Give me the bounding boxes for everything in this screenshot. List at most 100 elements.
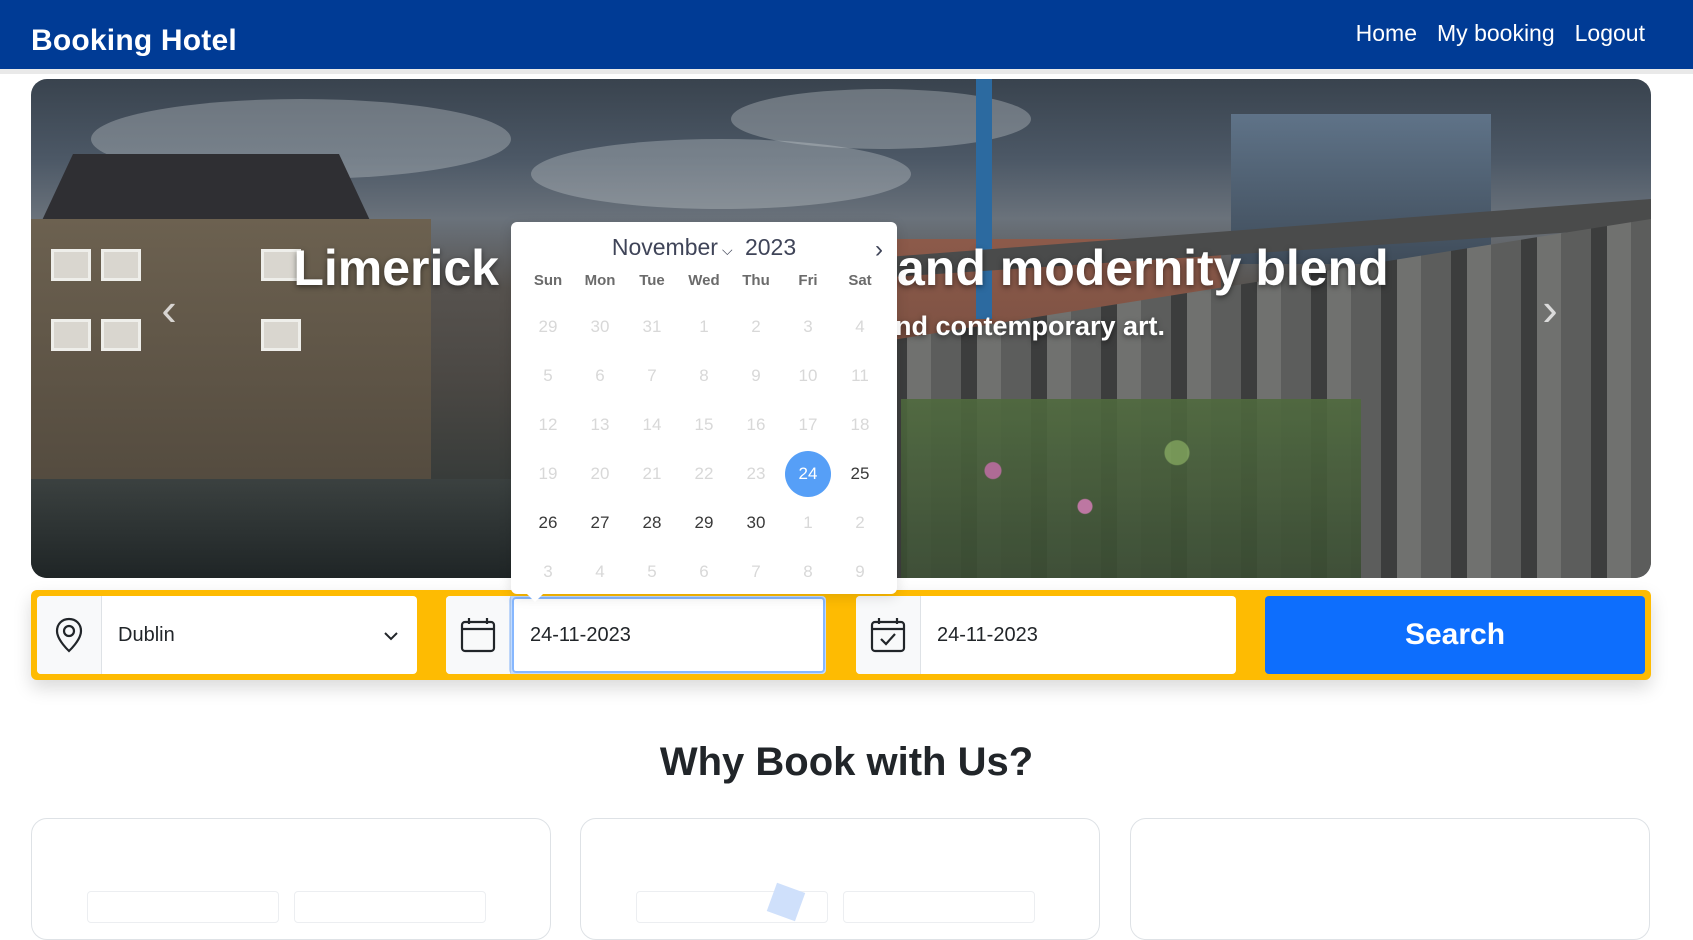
calendar-day-number: 25 bbox=[850, 463, 870, 483]
calendar-day: 3 bbox=[782, 302, 834, 351]
calendar-day-number: 4 bbox=[855, 316, 865, 336]
calendar-day-number: 7 bbox=[647, 365, 657, 385]
calendar-day: 10 bbox=[782, 351, 834, 400]
calendar-day-selected[interactable]: 24 bbox=[782, 449, 834, 498]
calendar-day-number: 19 bbox=[538, 463, 558, 483]
calendar-day-number: 5 bbox=[647, 561, 657, 581]
next-month-icon[interactable]: › bbox=[875, 236, 883, 264]
calendar-day: 2 bbox=[834, 498, 886, 547]
calendar-day: 11 bbox=[834, 351, 886, 400]
calendar-day[interactable]: 30 bbox=[730, 498, 782, 547]
card-placeholder bbox=[87, 891, 279, 923]
carousel-prev-icon[interactable]: ‹ bbox=[149, 284, 189, 334]
calendar-day: 7 bbox=[730, 547, 782, 596]
calendar-icon bbox=[460, 618, 496, 653]
card-placeholder bbox=[843, 891, 1035, 923]
calendar-day: 1 bbox=[678, 302, 730, 351]
nav-links: Home My booking Logout bbox=[1356, 20, 1645, 47]
calendar-day-number: 21 bbox=[642, 463, 662, 483]
checkout-addon bbox=[856, 596, 921, 674]
calendar-day: 3 bbox=[522, 547, 574, 596]
calendar-day-number: 1 bbox=[803, 512, 813, 532]
calendar-day: 7 bbox=[626, 351, 678, 400]
hero-title-left: Limerick bbox=[293, 240, 499, 296]
location-select[interactable]: Dublin bbox=[37, 596, 417, 674]
calendar-day[interactable]: 28 bbox=[626, 498, 678, 547]
calendar-day: 21 bbox=[626, 449, 678, 498]
nav-link-logout[interactable]: Logout bbox=[1575, 20, 1645, 47]
calendar-day: 23 bbox=[730, 449, 782, 498]
calendar-day: 4 bbox=[574, 547, 626, 596]
calendar-day-number: 22 bbox=[694, 463, 714, 483]
calendar-day-number: 18 bbox=[850, 414, 870, 434]
weekday-label: Tue bbox=[639, 272, 665, 289]
calendar-day-number: 14 bbox=[642, 414, 662, 434]
calendar-day: 18 bbox=[834, 400, 886, 449]
calendar-day-number: 24 bbox=[785, 450, 831, 497]
calendar-day[interactable]: 25 bbox=[834, 449, 886, 498]
calendar-day[interactable]: 27 bbox=[574, 498, 626, 547]
datepicker-header: November ⌵ 2023 bbox=[511, 234, 897, 264]
location-value: Dublin bbox=[118, 623, 175, 646]
location-addon bbox=[37, 596, 102, 674]
calendar-day-number: 31 bbox=[642, 316, 662, 336]
weekday-label: Mon bbox=[584, 272, 616, 289]
calendar-day[interactable]: 26 bbox=[522, 498, 574, 547]
calendar-day-number: 20 bbox=[590, 463, 610, 483]
calendar-day: 20 bbox=[574, 449, 626, 498]
calendar-day: 17 bbox=[782, 400, 834, 449]
datepicker-popup: November ⌵ 2023 › Sun Mon Tue Wed Thu Fri Sat 2… bbox=[511, 222, 897, 602]
weekday-label: Sun bbox=[533, 272, 563, 289]
weekday-label: Sat bbox=[848, 272, 872, 289]
calendar-check-icon bbox=[870, 618, 906, 653]
calendar-day: 2 bbox=[730, 302, 782, 351]
calendar-day-number: 6 bbox=[595, 365, 605, 385]
calendar-day: 30 bbox=[574, 302, 626, 351]
calendar-day-number: 27 bbox=[590, 512, 610, 532]
calendar-day: 1 bbox=[782, 498, 834, 547]
card-placeholder bbox=[294, 891, 486, 923]
calendar-day-number: 17 bbox=[798, 414, 818, 434]
nav-link-home[interactable]: Home bbox=[1356, 20, 1417, 47]
calendar-day: 6 bbox=[678, 547, 730, 596]
calendar-day: 9 bbox=[730, 351, 782, 400]
checkin-date-value: 24-11-2023 bbox=[530, 623, 631, 646]
calendar-day: 9 bbox=[834, 547, 886, 596]
hero-image-flowers bbox=[901, 399, 1361, 578]
hero-subtitle-right: nd contemporary art. bbox=[894, 311, 1166, 341]
checkout-date-field[interactable]: 24-11-2023 bbox=[856, 596, 1236, 674]
calendar-day-number: 1 bbox=[699, 316, 709, 336]
calendar-day[interactable]: 29 bbox=[678, 498, 730, 547]
calendar-day-number: 30 bbox=[590, 316, 610, 336]
calendar-day-number: 3 bbox=[543, 561, 553, 581]
divider bbox=[0, 69, 1693, 74]
month-select[interactable]: November bbox=[612, 234, 718, 260]
calendar-day-number: 2 bbox=[751, 316, 761, 336]
calendar-day: 6 bbox=[574, 351, 626, 400]
feature-card bbox=[31, 818, 551, 940]
search-bar: Dublin 24-11-2023 24-11-2023 Search bbox=[31, 590, 1651, 680]
calendar-day-number: 10 bbox=[798, 365, 818, 385]
calendar-day-number: 9 bbox=[751, 365, 761, 385]
calendar-day: 19 bbox=[522, 449, 574, 498]
calendar-day-number: 29 bbox=[694, 512, 714, 532]
carousel-next-icon[interactable]: › bbox=[1530, 284, 1570, 334]
calendar-day: 5 bbox=[522, 351, 574, 400]
chevron-down-icon[interactable] bbox=[383, 625, 399, 646]
chevron-down-icon[interactable]: ⌵ bbox=[722, 242, 733, 258]
checkin-date-field[interactable]: 24-11-2023 bbox=[446, 596, 826, 674]
brand-logo[interactable]: Booking Hotel bbox=[31, 24, 237, 58]
nav-link-my-booking[interactable]: My booking bbox=[1437, 20, 1555, 47]
calendar-day-number: 8 bbox=[803, 561, 813, 581]
calendar-day-number: 29 bbox=[538, 316, 558, 336]
year-input[interactable]: 2023 bbox=[745, 234, 796, 260]
calendar-day: 5 bbox=[626, 547, 678, 596]
calendar-day: 13 bbox=[574, 400, 626, 449]
calendar-day-number: 11 bbox=[851, 365, 869, 385]
checkin-addon bbox=[446, 596, 511, 674]
calendar-day-number: 28 bbox=[642, 512, 662, 532]
calendar-day-number: 26 bbox=[538, 512, 558, 532]
calendar-day-number: 12 bbox=[538, 414, 558, 434]
calendar-day: 4 bbox=[834, 302, 886, 351]
search-button[interactable]: Search bbox=[1265, 596, 1645, 674]
